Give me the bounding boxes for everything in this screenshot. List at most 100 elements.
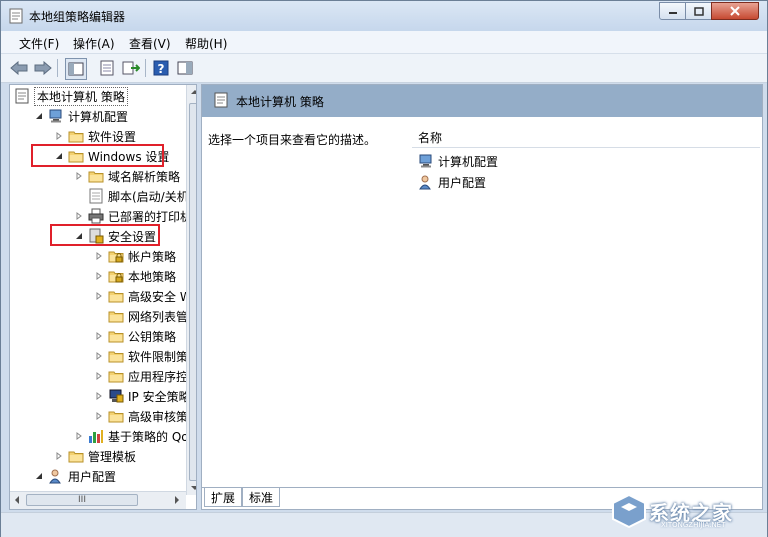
tree-item[interactable]: 应用程序控制 bbox=[94, 366, 196, 386]
tree-item[interactable]: 本地计算机 策略 bbox=[14, 86, 128, 106]
collapsed-arrow-icon[interactable] bbox=[94, 351, 104, 361]
column-header-name[interactable]: 名称 bbox=[412, 125, 760, 148]
collapsed-arrow-icon[interactable] bbox=[94, 291, 104, 301]
maximize-button[interactable] bbox=[685, 2, 712, 20]
tree-item[interactable]: 本地策略 bbox=[94, 266, 176, 286]
close-button[interactable] bbox=[711, 2, 759, 20]
collapsed-arrow-icon[interactable] bbox=[94, 411, 104, 421]
scroll-down-icon bbox=[191, 486, 196, 490]
tree-item[interactable]: 已部署的打印机 bbox=[74, 206, 192, 226]
highlight-security-settings bbox=[50, 224, 160, 246]
back-arrow-icon bbox=[10, 61, 28, 75]
folder-icon bbox=[108, 328, 124, 344]
back-button[interactable] bbox=[9, 58, 29, 78]
properties-button[interactable] bbox=[97, 58, 117, 78]
tree-item-label: 脚本(启动/关机) bbox=[108, 189, 194, 204]
menu-file[interactable]: 文件(F) bbox=[19, 35, 59, 52]
description-text: 选择一个项目来查看它的描述。 bbox=[208, 133, 377, 147]
list-item-label: 计算机配置 bbox=[438, 154, 499, 169]
tree-item[interactable]: 软件设置 bbox=[54, 126, 136, 146]
collapsed-arrow-icon[interactable] bbox=[54, 131, 64, 141]
scroll-left-icon bbox=[15, 496, 19, 504]
folder-icon bbox=[108, 308, 124, 324]
tree-item-label: 计算机配置 bbox=[68, 109, 129, 124]
tab-standard[interactable]: 标准 bbox=[242, 488, 281, 507]
tree-item[interactable]: 基于策略的 QoS bbox=[74, 426, 196, 446]
list-item[interactable]: 用户配置 bbox=[418, 172, 486, 192]
tree-item-label: 软件设置 bbox=[88, 129, 137, 144]
collapsed-arrow-icon[interactable] bbox=[74, 171, 84, 181]
minimize-button[interactable] bbox=[659, 2, 686, 20]
close-icon bbox=[730, 6, 740, 16]
tree-item-label: 本地计算机 策略 bbox=[34, 86, 128, 106]
script-icon bbox=[88, 188, 104, 204]
title-bar[interactable]: 本地组策略编辑器 bbox=[1, 1, 767, 31]
collapsed-arrow-icon[interactable] bbox=[94, 251, 104, 261]
action-pane-icon bbox=[177, 61, 193, 75]
collapsed-arrow-icon[interactable] bbox=[94, 371, 104, 381]
tree-item-label: IP 安全策略 bbox=[128, 389, 191, 404]
tab-standard-label: 标准 bbox=[249, 490, 274, 505]
show-tree-button[interactable] bbox=[65, 58, 87, 80]
collapsed-arrow-icon[interactable] bbox=[74, 431, 84, 441]
collapsed-arrow-icon[interactable] bbox=[94, 271, 104, 281]
toolbar-separator bbox=[57, 59, 58, 77]
column-name-label: 名称 bbox=[418, 131, 443, 145]
description-panel: 选择一个项目来查看它的描述。 bbox=[202, 117, 407, 487]
details-title: 本地计算机 策略 bbox=[236, 95, 324, 109]
list-item-label: 用户配置 bbox=[438, 175, 487, 190]
tree-horizontal-thumb[interactable]: III bbox=[26, 494, 138, 506]
expanded-arrow-icon[interactable] bbox=[34, 471, 44, 481]
menu-help[interactable]: 帮助(H) bbox=[185, 35, 227, 52]
collapsed-arrow-icon[interactable] bbox=[74, 211, 84, 221]
tree-horizontal-scrollbar[interactable]: III bbox=[10, 491, 186, 509]
menu-view[interactable]: 查看(V) bbox=[129, 35, 171, 52]
computer-icon bbox=[418, 153, 434, 169]
tree-item[interactable]: 帐户策略 bbox=[94, 246, 176, 266]
folder-icon bbox=[68, 128, 84, 144]
help-icon: ? bbox=[153, 60, 169, 76]
show-action-pane-button[interactable] bbox=[175, 58, 195, 78]
console-tree-icon bbox=[68, 62, 84, 76]
tree-item[interactable]: 高级安全 Wi bbox=[94, 286, 195, 306]
watermark-logo-icon bbox=[612, 493, 646, 529]
window-title: 本地组策略编辑器 bbox=[29, 10, 126, 24]
collapsed-arrow-icon[interactable] bbox=[94, 331, 104, 341]
tree-item[interactable]: 计算机配置 bbox=[34, 106, 128, 126]
tree-item[interactable]: 网络列表管理 bbox=[94, 306, 196, 326]
expanded-arrow-icon[interactable] bbox=[34, 111, 44, 121]
tree-item[interactable]: IP 安全策略 bbox=[94, 386, 191, 406]
collapsed-arrow-icon[interactable] bbox=[94, 391, 104, 401]
menu-bar: 文件(F) 操作(A) 查看(V) 帮助(H) bbox=[1, 31, 767, 54]
tree-item[interactable]: 软件限制策略 bbox=[94, 346, 196, 366]
tree-item[interactable]: 高级审核策略 bbox=[94, 406, 196, 426]
tab-extended[interactable]: 扩展 bbox=[204, 488, 243, 507]
tree-item[interactable]: 域名解析策略 bbox=[74, 166, 180, 186]
collapsed-arrow-icon[interactable] bbox=[54, 451, 64, 461]
export-icon bbox=[122, 61, 140, 75]
chart-icon bbox=[88, 428, 104, 444]
help-button[interactable]: ? bbox=[151, 58, 171, 78]
forward-button[interactable] bbox=[33, 58, 53, 78]
tree-vertical-thumb[interactable] bbox=[189, 103, 196, 481]
tree-item[interactable]: 用户配置 bbox=[34, 466, 116, 486]
list-item[interactable]: 计算机配置 bbox=[418, 151, 498, 171]
lock-folder-icon bbox=[108, 268, 124, 284]
tree-item-label: 高级安全 Wi bbox=[128, 289, 195, 304]
tree-item[interactable]: 脚本(启动/关机) bbox=[74, 186, 193, 206]
tree-item-label: 域名解析策略 bbox=[108, 169, 181, 184]
tree-item[interactable]: 管理模板 bbox=[54, 446, 136, 466]
tree-vertical-scrollbar[interactable] bbox=[186, 85, 196, 495]
policy-icon bbox=[214, 92, 228, 108]
tree-item[interactable]: 公钥策略 bbox=[94, 326, 176, 346]
tree-item-label: 基于策略的 QoS bbox=[108, 429, 197, 444]
folder-icon bbox=[88, 168, 104, 184]
tree-item-label: 本地策略 bbox=[128, 269, 177, 284]
no-arrow bbox=[94, 311, 104, 321]
scroll-right-icon bbox=[175, 496, 179, 504]
menu-action[interactable]: 操作(A) bbox=[73, 35, 115, 52]
minimize-icon bbox=[668, 12, 677, 14]
export-button[interactable] bbox=[121, 58, 141, 78]
lock-folder-icon bbox=[108, 248, 124, 264]
toolbar: ? bbox=[1, 54, 767, 83]
